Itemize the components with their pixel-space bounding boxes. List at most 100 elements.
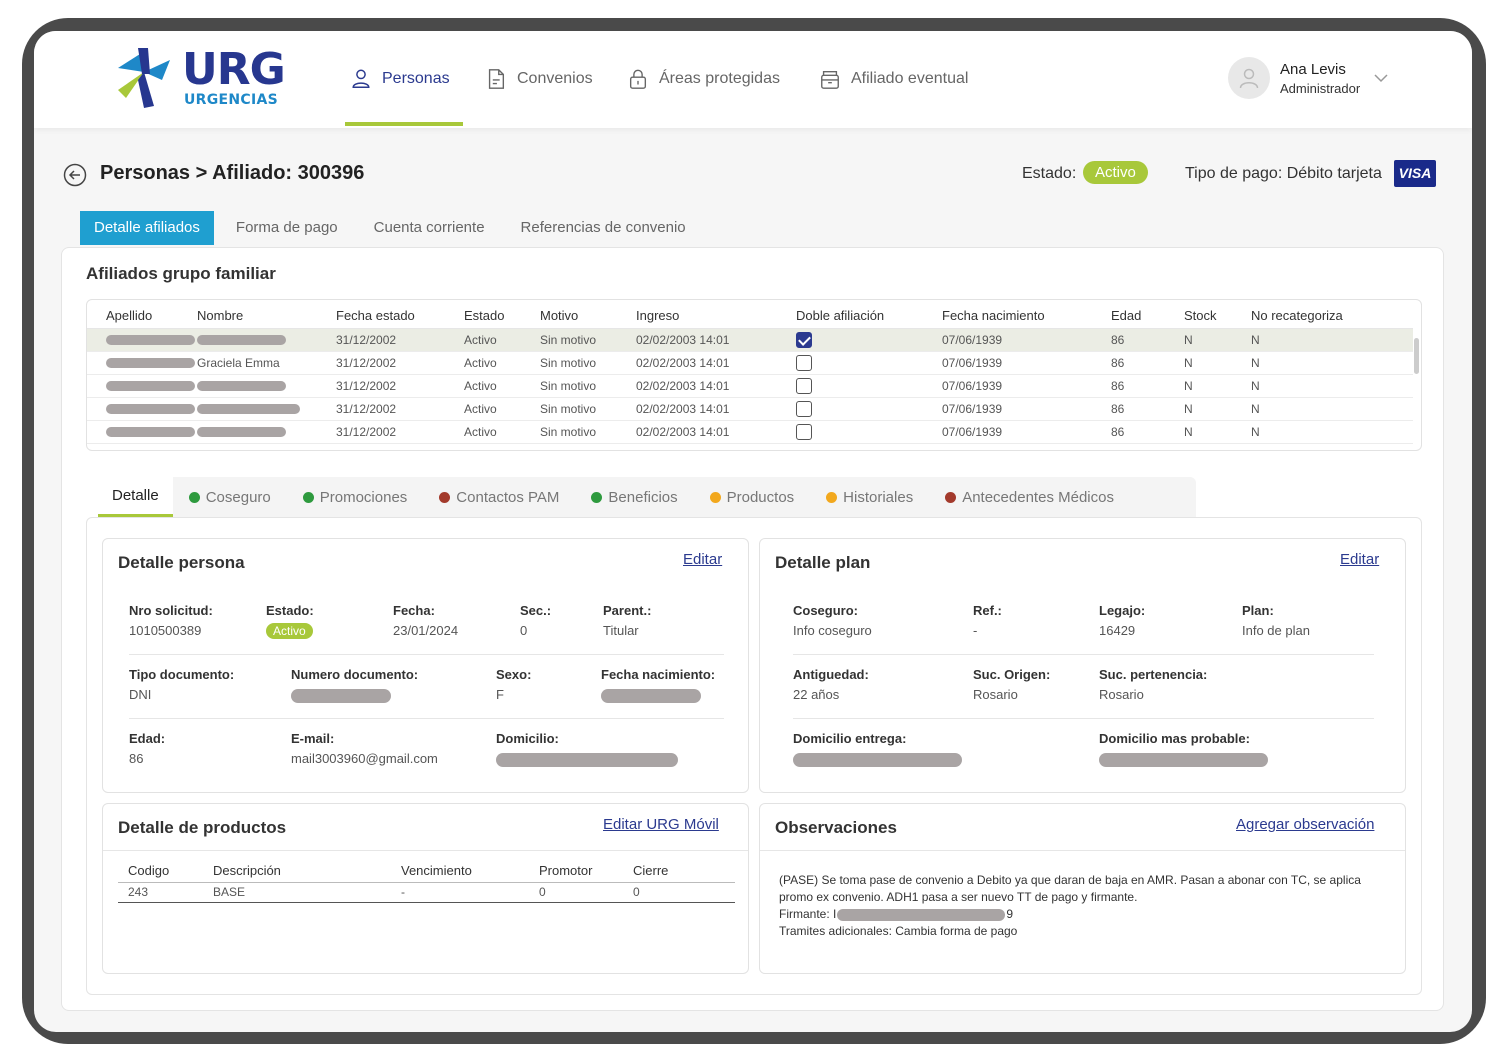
doble-afiliacion-checkbox[interactable] [796,377,812,394]
tab-productos[interactable]: Productos [694,477,811,517]
table-scrollbar[interactable] [1414,338,1419,374]
col-codigo: Codigo [118,860,203,883]
tab-contactos-pam[interactable]: Contactos PAM [423,477,575,517]
redacted-value [496,752,678,767]
nav-personas[interactable]: Personas [350,65,450,93]
detalle-productos-panel: Detalle de productos Editar URG Móvil Co… [102,803,749,974]
edit-urg-movil-link[interactable]: Editar URG Móvil [603,816,719,833]
cell-ingreso: 02/02/2003 14:01 [636,351,796,375]
back-arrow-icon[interactable] [63,163,87,187]
col-no-recategoriza[interactable]: No recategoriza [1251,300,1413,329]
tab-detalle[interactable]: Detalle [98,477,173,517]
cell-no-recategoriza: N [1251,420,1413,444]
field-antiguedad: Antiguedad: 22 años [793,667,869,702]
nav-convenios[interactable]: Convenios [485,65,593,93]
panel-title: Observaciones [775,818,897,837]
avatar [1228,57,1270,99]
cell-estado: Activo [464,397,540,421]
cell-fecha-nacimiento: 07/06/1939 [942,420,1111,444]
status-dot-icon [945,491,957,503]
tab-referencias-convenio[interactable]: Referencias de convenio [507,211,700,245]
cell-fecha-estado: 31/12/2002 [336,351,464,375]
table-row[interactable]: 31/12/2002 Activo Sin motivo 02/02/2003 … [87,374,1413,398]
detail-panel-container: Detalle persona Editar Nro solicitud: 101… [86,517,1422,995]
doble-afiliacion-checkbox[interactable] [796,400,812,417]
tab-antecedentes-medicos[interactable]: Antecedentes Médicos [929,477,1130,517]
cell-edad: 86 [1111,420,1184,444]
col-fecha-nacimiento[interactable]: Fecha nacimiento [942,300,1111,329]
urg-logo[interactable]: URG URGENCIAS [114,46,294,111]
person-icon [352,69,370,88]
edit-plan-link[interactable]: Editar [1340,551,1379,568]
chevron-down-icon[interactable] [1374,71,1388,85]
field-tipo-documento: Tipo documento: DNI [129,667,235,702]
tab-promociones[interactable]: Promociones [287,477,424,517]
cell-promotor: 0 [529,882,623,903]
cell-codigo: 243 [118,882,203,903]
tab-historiales[interactable]: Historiales [810,477,929,517]
table-row[interactable]: 31/12/2002 Activo Sin motivo 02/02/2003 … [87,397,1413,421]
logo-subtitle: URGENCIAS [184,92,279,108]
redacted-nombre [197,427,286,438]
field-domicilio-probable: Domicilio mas probable: [1099,731,1268,767]
table-row[interactable]: 31/12/2002 Activo Sin motivo 02/02/2003 … [87,328,1413,352]
cell-fecha-estado: 31/12/2002 [336,420,464,444]
user-menu[interactable]: Ana Levis Administrador [1228,57,1388,99]
cell-estado: Activo [464,374,540,398]
content-card: Afiliados grupo familiar Apellido Nombre… [61,247,1444,1011]
col-ingreso[interactable]: Ingreso [636,300,796,329]
cell-motivo: Sin motivo [540,351,636,375]
status-badge: Activo [266,623,313,639]
detalle-persona-panel: Detalle persona Editar Nro solicitud: 101… [102,538,749,793]
redacted-value [601,688,701,703]
field-estado: Estado: Activo [266,603,314,639]
nav-areas-protegidas[interactable]: Áreas protegidas [627,65,780,93]
table-row[interactable]: 31/12/2002 Activo Sin motivo 02/02/2003 … [87,420,1413,444]
field-email: E-mail: mail3003960@gmail.com [291,731,438,766]
tab-label: Productos [726,488,795,506]
cell-nombre: Graciela Emma [197,351,336,375]
logo-star-icon [118,48,170,108]
field-domicilio: Domicilio: [496,731,678,767]
status-dot-icon [188,491,200,503]
cell-no-recategoriza: N [1251,374,1413,398]
table-row[interactable]: Graciela Emma 31/12/2002 Activo Sin moti… [87,351,1413,375]
col-doble-afiliacion[interactable]: Doble afiliación [796,300,942,329]
redacted-apellido [106,404,195,415]
field-nro-solicitud: Nro solicitud: 1010500389 [129,603,213,638]
cell-edad: 86 [1111,328,1184,352]
tab-coseguro[interactable]: Coseguro [173,477,287,517]
agregar-observacion-link[interactable]: Agregar observación [1236,816,1374,833]
divider [793,718,1374,719]
cell-edad: 86 [1111,397,1184,421]
tab-detalle-afiliados[interactable]: Detalle afiliados [80,211,214,245]
tab-forma-de-pago[interactable]: Forma de pago [222,211,352,245]
page-title: Personas > Afiliado: 300396 [100,162,365,184]
table-row[interactable]: 243 BASE - 0 0 [118,882,735,903]
observation-line: promo ex convenio. ADH1 pasa a ser nuevo… [779,890,1138,904]
cell-stock: N [1184,328,1251,352]
nav-afiliado-eventual[interactable]: Afiliado eventual [819,65,968,93]
edit-persona-link[interactable]: Editar [683,551,722,568]
col-estado[interactable]: Estado [464,300,540,329]
table-header: Codigo Descripción Vencimiento Promotor … [118,860,735,883]
tab-beneficios[interactable]: Beneficios [575,477,693,517]
cell-edad: 86 [1111,351,1184,375]
col-fecha-estado[interactable]: Fecha estado [336,300,464,329]
col-stock[interactable]: Stock [1184,300,1251,329]
cell-ingreso: 02/02/2003 14:01 [636,397,796,421]
family-table: Apellido Nombre Fecha estado Estado Moti… [86,299,1422,451]
col-edad[interactable]: Edad [1111,300,1184,329]
doble-afiliacion-checkbox[interactable] [796,423,812,440]
tab-cuenta-corriente[interactable]: Cuenta corriente [360,211,499,245]
cell-no-recategoriza: N [1251,328,1413,352]
field-sec: Sec.: 0 [520,603,552,638]
user-name: Ana Levis [1280,60,1346,78]
doble-afiliacion-checkbox[interactable] [796,331,812,348]
col-apellido[interactable]: Apellido [87,300,197,329]
field-parent: Parent.: Titular [603,603,652,638]
col-motivo[interactable]: Motivo [540,300,636,329]
col-nombre[interactable]: Nombre [197,300,336,329]
doble-afiliacion-checkbox[interactable] [796,354,812,371]
observation-text: (PASE) Se toma pase de convenio a Debito… [779,872,1379,940]
